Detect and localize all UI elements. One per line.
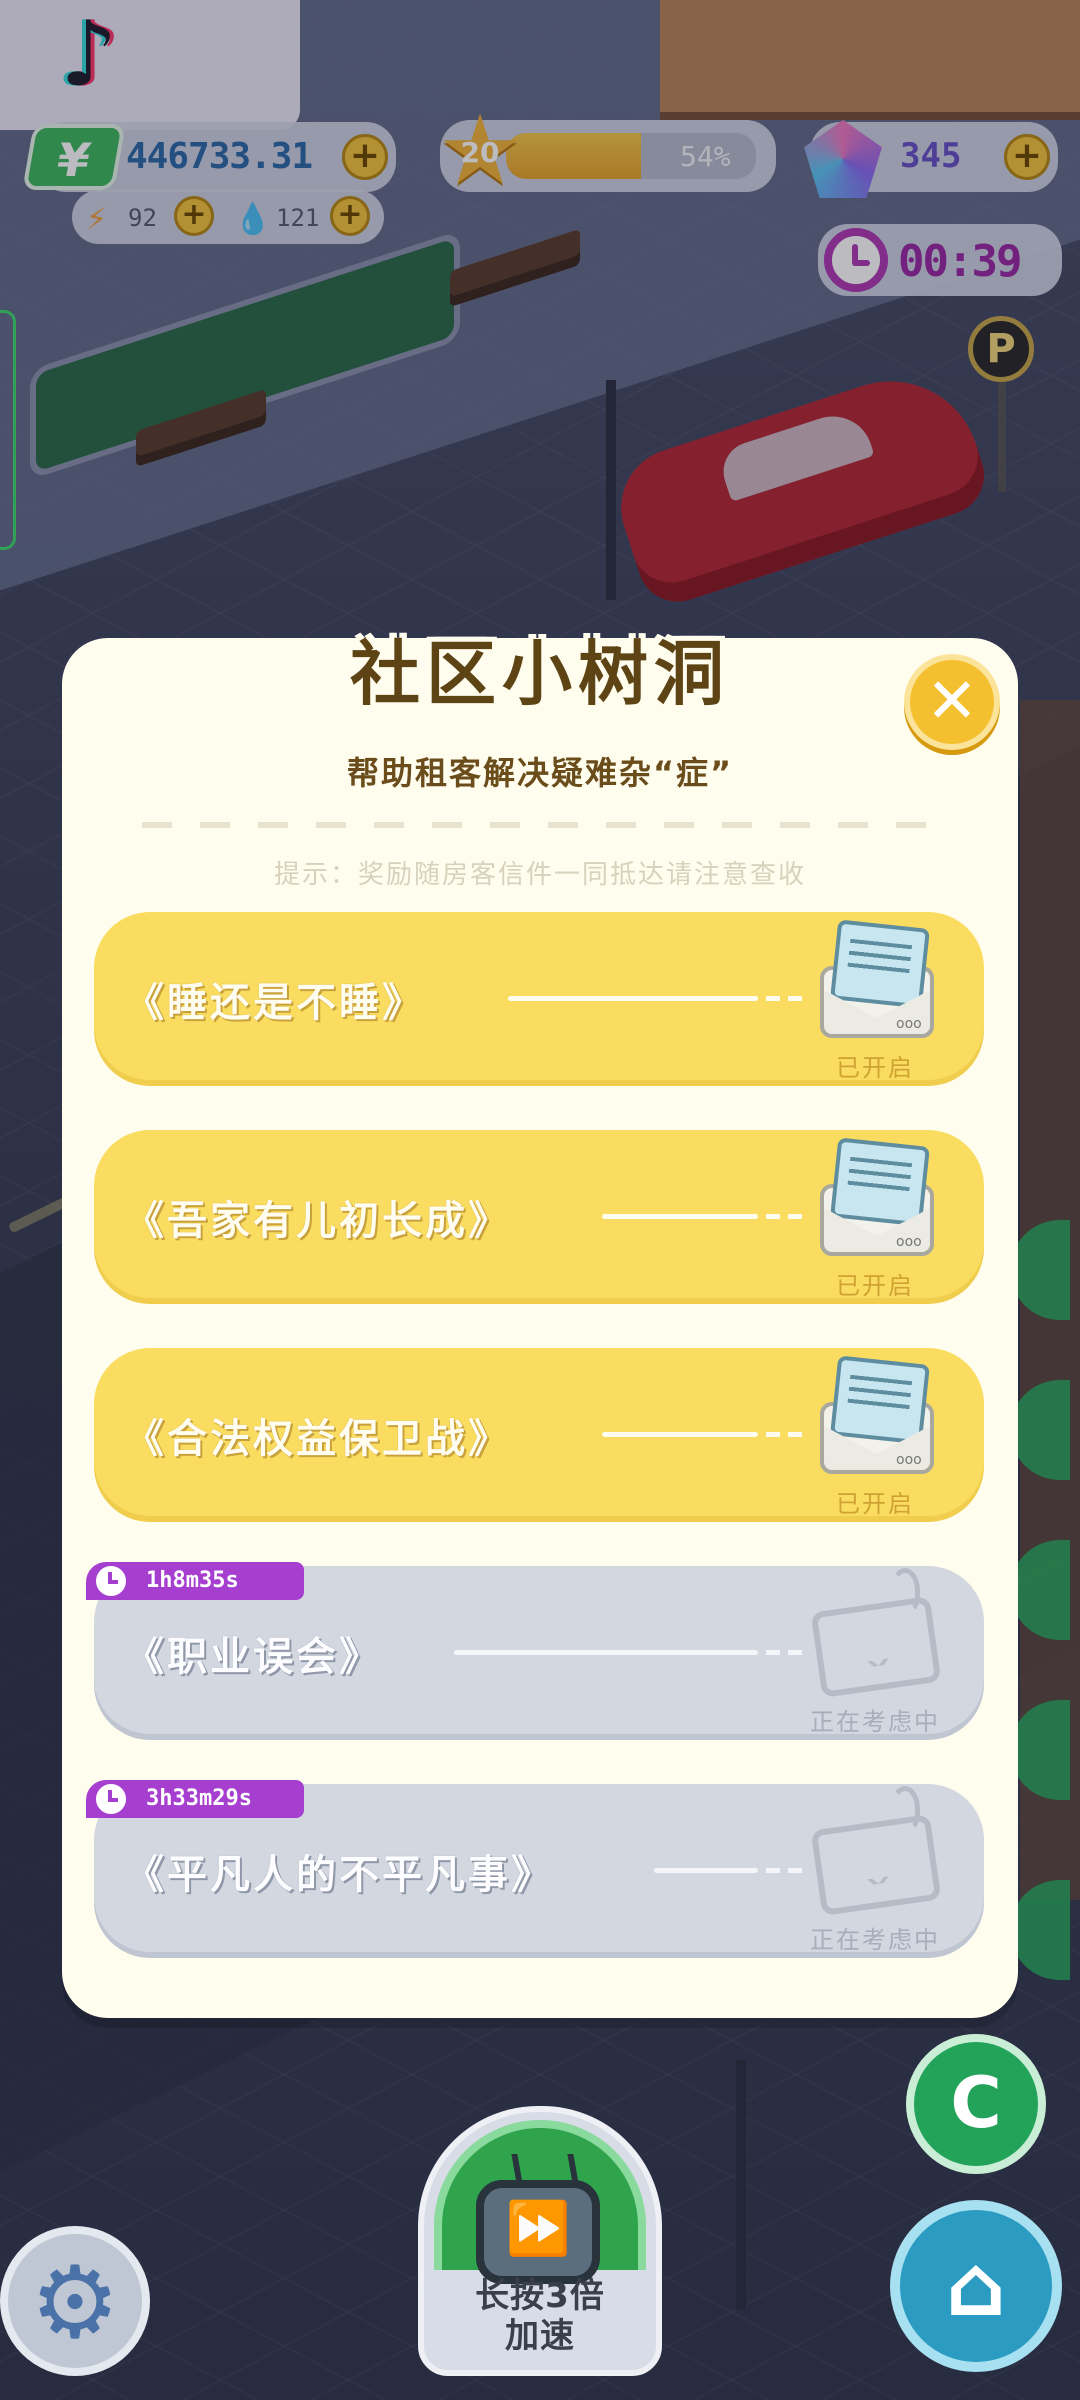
letter-title: 《平凡人的不平凡事》: [124, 1852, 554, 1898]
letter-card[interactable]: 《吾家有儿初长成》 ooo 已开启: [94, 1130, 984, 1304]
letter-line: [766, 996, 802, 1001]
letter-line: [454, 1650, 758, 1655]
tv-fast-forward-icon: [476, 2180, 600, 2284]
open-envelope-icon: ooo: [814, 1137, 940, 1260]
countdown-text: 3h33m29s: [146, 1786, 252, 1811]
hint-text: 提示：奖励随房客信件一同抵达请注意查收: [273, 860, 806, 890]
letter-status: 正在考虑中: [810, 1926, 940, 1954]
letter-line: [508, 996, 758, 1001]
letter-card[interactable]: 《合法权益保卫战》 ooo 已开启: [94, 1348, 984, 1522]
letter-card-locked[interactable]: 《职业误会》 正在考虑中 1h8m35s: [86, 1562, 984, 1740]
letter-title: 《职业误会》: [124, 1634, 382, 1680]
sealed-envelope-icon: [810, 1814, 942, 1916]
letter-title: 《吾家有儿初长成》: [124, 1198, 511, 1244]
letter-title: 《合法权益保卫战》: [124, 1416, 511, 1462]
countdown-text: 1h8m35s: [146, 1568, 239, 1593]
letter-line: [654, 1868, 758, 1873]
dialog-title: 社区小树洞: [350, 633, 730, 715]
letter-line: [766, 1214, 802, 1219]
letter-line: [602, 1214, 758, 1219]
open-envelope-icon: ooo: [814, 1355, 940, 1478]
letter-status: 已开启: [836, 1490, 914, 1518]
letter-status: 已开启: [836, 1272, 914, 1300]
letter-line: [766, 1650, 802, 1655]
home-icon[interactable]: ⌂: [890, 2200, 1062, 2372]
open-envelope-icon: ooo: [814, 919, 940, 1042]
dialog-subtitle: 帮助租客解决疑难杂“症”: [346, 754, 734, 792]
sealed-envelope-icon: [810, 1596, 942, 1698]
divider: [142, 822, 938, 828]
chat-bubble-icon[interactable]: C: [906, 2034, 1046, 2174]
letter-line: [766, 1868, 802, 1873]
letter-title: 《睡还是不睡》: [124, 980, 425, 1026]
speed-up-label: 长按3倍 加速: [418, 2276, 662, 2356]
countdown-tag: 3h33m29s: [86, 1780, 304, 1818]
clock-icon: [96, 1566, 126, 1596]
letter-status: 已开启: [836, 1054, 914, 1082]
letter-card-locked[interactable]: 《平凡人的不平凡事》 正在考虑中 3h33m29s: [86, 1780, 984, 1958]
letter-line: [766, 1432, 802, 1437]
settings-gear-icon[interactable]: [0, 2226, 150, 2376]
letter-status: 正在考虑中: [810, 1708, 940, 1736]
tree-hole-dialog: 社区小树洞 ✕ 帮助租客解决疑难杂“症” 提示：奖励随房客信件一同抵达请注意查收…: [62, 633, 1018, 2018]
speed-up-label-line1: 长按3倍: [475, 2276, 605, 2316]
letter-card[interactable]: 《睡还是不睡》 ooo 已开启: [94, 912, 984, 1086]
clock-icon: [96, 1784, 126, 1814]
letter-line: [602, 1432, 758, 1437]
countdown-tag: 1h8m35s: [86, 1562, 304, 1600]
close-button[interactable]: ✕: [904, 654, 1000, 750]
speed-up-label-line2: 加速: [505, 2316, 575, 2356]
